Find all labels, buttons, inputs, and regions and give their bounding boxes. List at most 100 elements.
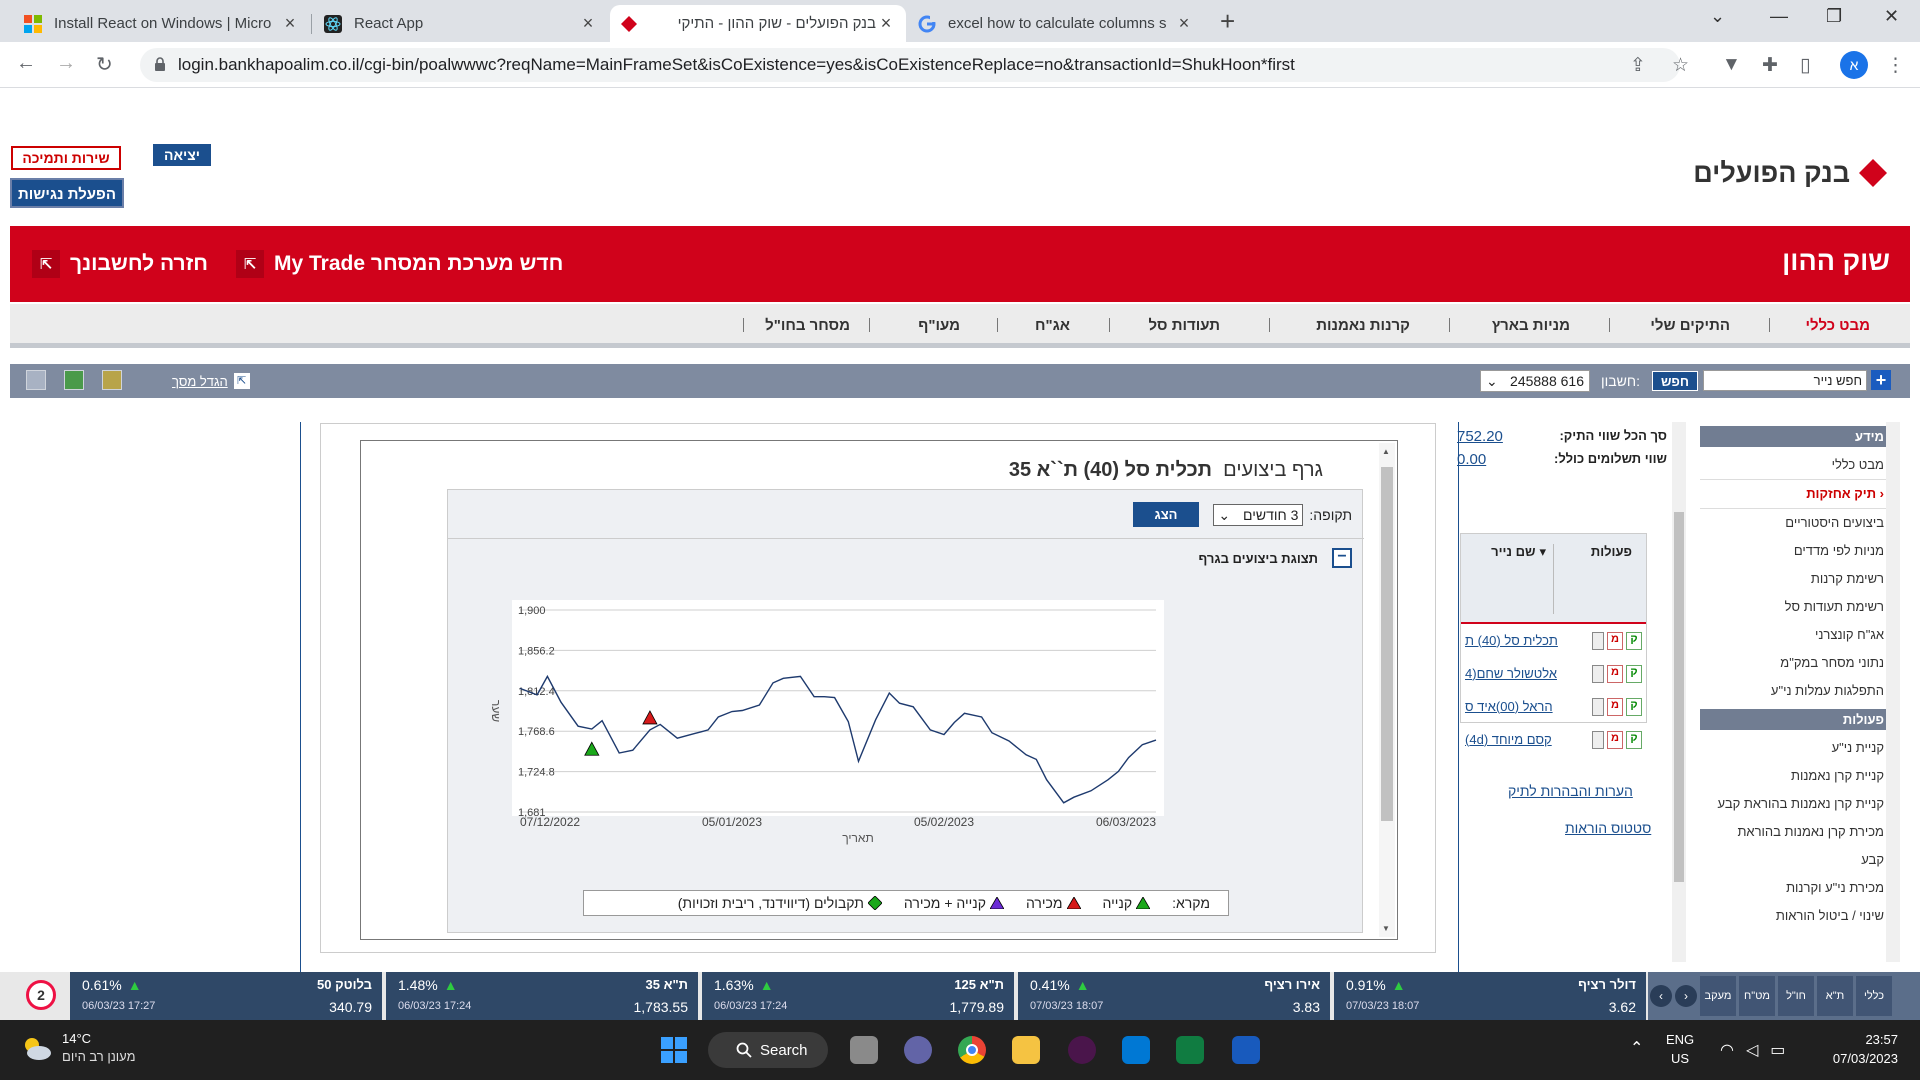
mytrade-link[interactable]: ⇱ חדש מערכת המסחר My Trade bbox=[236, 250, 563, 278]
ticker-cell[interactable]: בלוטק 50 0.61% ▲ 06/03/23 17:27 340.79 bbox=[70, 972, 382, 1020]
sell-button[interactable]: מ bbox=[1607, 631, 1623, 650]
new-tab-icon[interactable]: + bbox=[1220, 6, 1235, 37]
close-tab-icon[interactable]: × bbox=[876, 13, 896, 34]
exit-button[interactable]: יציאה bbox=[153, 144, 211, 166]
show-button[interactable]: הצג bbox=[1133, 502, 1199, 527]
extension-v-icon[interactable]: ▼ bbox=[1722, 54, 1741, 76]
order-status-link[interactable]: סטטוס הוראות bbox=[1565, 820, 1651, 836]
nav-bonds[interactable]: אג"ח bbox=[1035, 317, 1070, 334]
sidebar-item[interactable]: התפלגות עמלות ני"ע bbox=[1700, 677, 1900, 705]
scroll-up-icon[interactable]: ▲ bbox=[1382, 447, 1390, 456]
browser-tab[interactable]: excel how to calculate columns s × bbox=[908, 5, 1204, 42]
sidebar-item[interactable]: רשימת תעודות סל bbox=[1700, 593, 1900, 621]
windows-start-icon[interactable] bbox=[660, 1036, 688, 1064]
close-tab-icon[interactable]: × bbox=[578, 13, 598, 34]
excel-export-icon[interactable] bbox=[64, 370, 84, 390]
nav-etfs[interactable]: תעודות סל bbox=[1148, 317, 1220, 334]
enlarge-screen-link[interactable]: הגדל מסך ⇱ bbox=[172, 373, 250, 389]
bookmark-star-icon[interactable]: ☆ bbox=[1672, 54, 1689, 77]
bank-logo[interactable]: בנק הפועלים bbox=[1693, 156, 1890, 190]
browser-tab[interactable]: React App × bbox=[314, 5, 608, 42]
buy-button[interactable]: ק bbox=[1626, 697, 1642, 716]
buy-button[interactable]: ק bbox=[1626, 730, 1642, 749]
url-field[interactable]: login.bankhapoalim.co.il/cgi-bin/poalwww… bbox=[140, 48, 1680, 82]
sell-button[interactable]: מ bbox=[1607, 730, 1623, 749]
file-explorer-icon[interactable] bbox=[1012, 1036, 1040, 1064]
ticker-cell[interactable]: ת"א 35 1.48% ▲ 06/03/23 17:24 1,783.55 bbox=[386, 972, 698, 1020]
security-name-link[interactable]: קסם מיוחד (4d) bbox=[1465, 732, 1552, 747]
sidebar-item[interactable]: רשימת קרנות bbox=[1700, 565, 1900, 593]
minimize-icon[interactable]: — bbox=[1770, 6, 1788, 27]
close-tab-icon[interactable]: × bbox=[1174, 13, 1194, 34]
taskbar-search[interactable]: Search bbox=[708, 1032, 828, 1068]
browser-tab[interactable]: Install React on Windows | Micro × bbox=[14, 5, 310, 42]
save-icon[interactable] bbox=[26, 370, 46, 390]
accessibility-button[interactable]: הפעלת נגישות bbox=[10, 178, 124, 208]
browser-tab-active[interactable]: בנק הפועלים - שוק ההון - התיקי × bbox=[610, 5, 906, 42]
excel-icon[interactable] bbox=[1176, 1036, 1204, 1064]
back-icon[interactable]: ← bbox=[16, 52, 36, 75]
notification-badge[interactable]: 2 bbox=[26, 980, 56, 1010]
sidebar-item[interactable]: ביצועים היסטוריים bbox=[1700, 509, 1900, 537]
sidebar-scrollbar[interactable] bbox=[1886, 422, 1900, 962]
vscode-icon[interactable] bbox=[1122, 1036, 1150, 1064]
security-search-input[interactable]: חפש נייר bbox=[1703, 370, 1867, 391]
forward-icon[interactable]: → bbox=[56, 52, 76, 75]
total-value[interactable]: 752.20 bbox=[1457, 428, 1503, 445]
chevron-left-icon[interactable]: ‹ bbox=[1650, 985, 1672, 1007]
chevron-right-icon[interactable]: › bbox=[1675, 985, 1697, 1007]
col-name[interactable]: שם נייר ▾ bbox=[1491, 544, 1546, 560]
sidebar-item[interactable]: מכירת קרן נאמנות בהוראת קבע bbox=[1700, 818, 1900, 874]
ticker-tab-watch[interactable]: מעקב bbox=[1700, 976, 1736, 1016]
period-select[interactable]: 3 חודשים ⌄ bbox=[1213, 504, 1304, 526]
sidebar-item-holdings[interactable]: תיק אחזקות › bbox=[1700, 479, 1900, 509]
sidebar-item[interactable]: קניית ני"ע bbox=[1700, 734, 1900, 762]
close-tab-icon[interactable]: × bbox=[280, 13, 300, 34]
nav-local-stocks[interactable]: מניות בארץ bbox=[1492, 317, 1570, 334]
account-select[interactable]: ⌄ 245888 616 bbox=[1480, 370, 1590, 392]
buy-button[interactable]: ק bbox=[1626, 664, 1642, 683]
nav-mutual-funds[interactable]: קרנות נאמנות bbox=[1316, 317, 1410, 334]
ticker-cell[interactable]: אירו רציף 0.41% ▲ 07/03/23 18:07 3.83 bbox=[1018, 972, 1330, 1020]
teams-chat-icon[interactable] bbox=[904, 1036, 932, 1064]
clock[interactable]: 23:57 07/03/2023 bbox=[1833, 1030, 1898, 1068]
security-name-link[interactable]: תכלית סל (40) ת bbox=[1465, 633, 1558, 648]
system-tray[interactable]: ◠ ◁ ▭ bbox=[1720, 1040, 1785, 1060]
extensions-puzzle-icon[interactable]: ✚ bbox=[1762, 54, 1778, 77]
portfolio-scrollbar[interactable] bbox=[1672, 422, 1686, 962]
sidebar-item[interactable]: קניית קרן נאמנות בהוראת קבע bbox=[1700, 790, 1900, 818]
restore-icon[interactable]: ❐ bbox=[1826, 6, 1842, 27]
nav-my-portfolios[interactable]: התיקים שלי bbox=[1650, 317, 1730, 334]
sidebar-item[interactable]: מניות לפי מדדים bbox=[1700, 537, 1900, 565]
scroll-down-icon[interactable]: ▼ bbox=[1382, 924, 1390, 933]
sidebar-item[interactable]: קניית קרן נאמנות bbox=[1700, 762, 1900, 790]
slack-icon[interactable] bbox=[1068, 1036, 1096, 1064]
profile-avatar[interactable]: א bbox=[1840, 51, 1868, 79]
ticker-cell[interactable]: דולר רציף 0.91% ▲ 07/03/23 18:07 3.62 bbox=[1334, 972, 1646, 1020]
payments-value[interactable]: 0.00 bbox=[1457, 451, 1486, 468]
side-panel-icon[interactable]: ▯ bbox=[1800, 54, 1810, 77]
chrome-icon[interactable] bbox=[958, 1036, 986, 1064]
chart-frame-scrollbar[interactable]: ▲ ▼ bbox=[1379, 443, 1395, 937]
notes-link[interactable]: הערות והבהרות לתיק bbox=[1508, 783, 1633, 799]
sell-button[interactable]: מ bbox=[1607, 697, 1623, 716]
sidebar-item[interactable]: מבט כללי bbox=[1700, 451, 1900, 479]
document-icon[interactable] bbox=[1592, 697, 1604, 716]
find-button[interactable]: חפש bbox=[1652, 371, 1698, 391]
ticker-tab-abroad[interactable]: חו"ל bbox=[1778, 976, 1814, 1016]
ticker-tab-fx[interactable]: מט"ח bbox=[1739, 976, 1775, 1016]
share-icon[interactable]: ⇪ bbox=[1630, 54, 1646, 77]
tab-search-chevron-icon[interactable]: ⌄ bbox=[1710, 6, 1725, 27]
nav-overview[interactable]: מבט כללי bbox=[1805, 317, 1870, 334]
ticker-tab-general[interactable]: כללי bbox=[1856, 976, 1892, 1016]
buy-button[interactable]: ק bbox=[1626, 631, 1642, 650]
nav-foreign-trade[interactable]: מסחר בחו"ל bbox=[765, 317, 850, 334]
weather-widget[interactable]: 14°C מעונן רב היום bbox=[20, 1030, 136, 1066]
task-view-icon[interactable] bbox=[850, 1036, 878, 1064]
back-to-account-link[interactable]: ⇱ חזרה לחשבונך bbox=[32, 250, 208, 278]
nav-maof[interactable]: מעו"ף bbox=[918, 317, 960, 334]
language-indicator[interactable]: ENG US bbox=[1666, 1030, 1694, 1068]
tray-chevron-up-icon[interactable]: ⌃ bbox=[1630, 1038, 1643, 1058]
close-window-icon[interactable]: ✕ bbox=[1884, 6, 1899, 27]
document-icon[interactable] bbox=[1592, 664, 1604, 683]
